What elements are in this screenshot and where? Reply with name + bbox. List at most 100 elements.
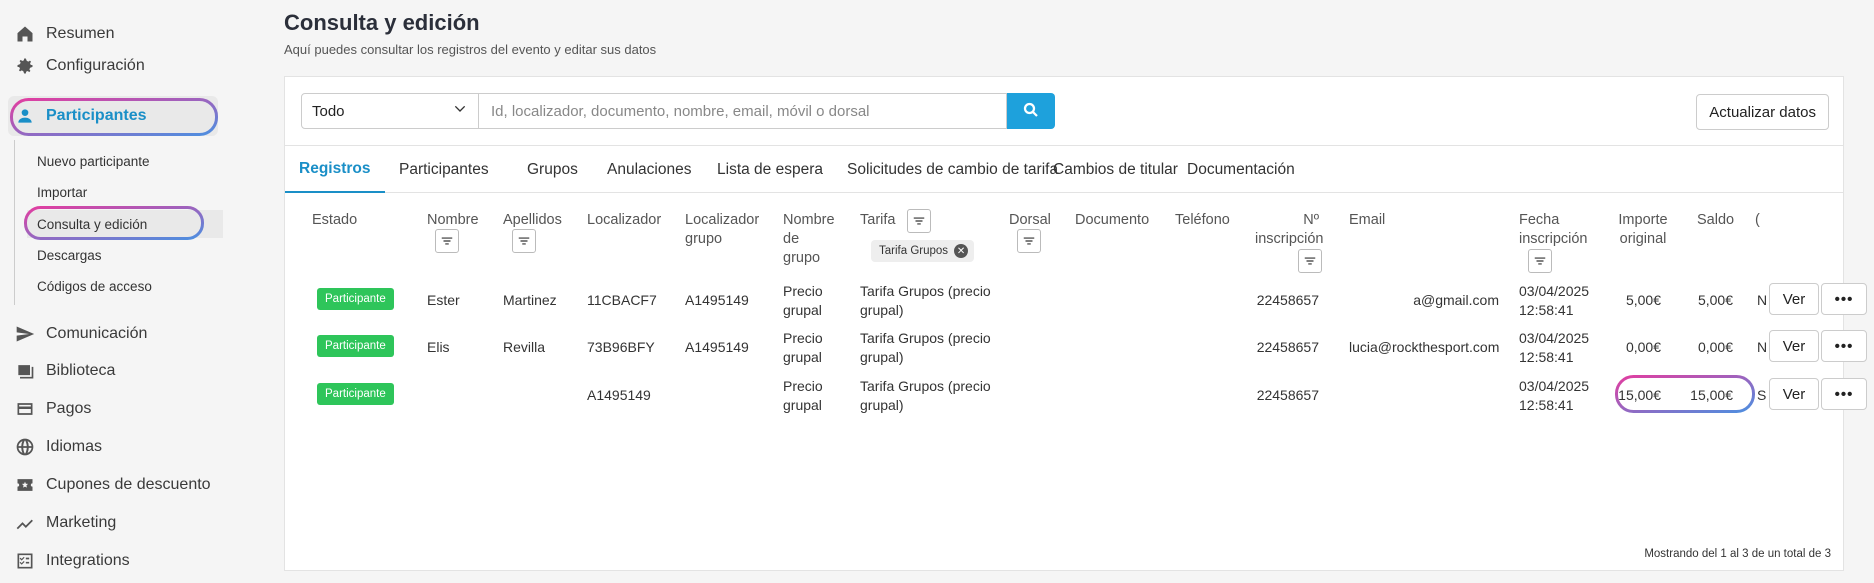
status-badge: Participante — [317, 288, 394, 310]
cell-nombre-grupo: Precio grupal — [783, 329, 823, 367]
cell-inscripcion: 22458657 — [1256, 339, 1319, 355]
tab-documentacion[interactable]: Documentación — [1173, 146, 1309, 193]
tab-cambio-titular[interactable]: Cambios de titular — [1039, 146, 1192, 193]
tab-registros[interactable]: Registros — [285, 146, 385, 193]
cell-line: grupal) — [860, 349, 904, 365]
cell-cut: S — [1757, 387, 1767, 403]
sidebar-item-comunicacion[interactable]: Comunicación — [14, 316, 147, 352]
cell-fecha: 03/04/2025 12:58:41 — [1519, 377, 1589, 415]
column-header-estado: Estado — [312, 212, 358, 228]
cell-importe: 0,00€ — [1625, 339, 1661, 355]
send-icon — [14, 323, 36, 345]
sidebar-item-cupones[interactable]: Cupones de descuento — [14, 467, 211, 503]
search-input[interactable] — [479, 93, 1007, 129]
header-line: grupo — [783, 250, 821, 266]
more-actions-button[interactable]: ••• — [1821, 378, 1867, 410]
sidebar-item-integrations[interactable]: Integrations — [14, 543, 130, 579]
sidebar-item-label: Participantes — [46, 107, 147, 124]
sidebar-item-label: Comunicación — [46, 325, 148, 342]
tarifa-filter-chip: Tarifa Grupos ✕ — [871, 240, 975, 262]
cell-tarifa: Tarifa Grupos (precio grupal) — [860, 377, 991, 415]
subnav-item-codigos[interactable]: Códigos de acceso — [37, 275, 152, 297]
sidebar-item-configuracion[interactable]: Configuración — [14, 48, 145, 84]
tab-participantes[interactable]: Participantes — [385, 146, 503, 193]
cell-line: grupal — [783, 302, 822, 318]
ver-button[interactable]: Ver — [1769, 378, 1819, 410]
more-actions-button[interactable]: ••• — [1821, 283, 1867, 315]
header-line: inscripción — [1255, 231, 1324, 247]
cell-localizador: 11CBACF7 — [587, 292, 657, 308]
cell-line: 12:58:41 — [1519, 397, 1574, 413]
tab-lista-espera[interactable]: Lista de espera — [703, 146, 837, 193]
sort-dorsal-button[interactable] — [1017, 229, 1041, 253]
sort-icon — [518, 237, 530, 245]
sort-icon — [913, 217, 925, 225]
home-icon — [14, 23, 36, 45]
person-icon — [14, 105, 36, 127]
cell-line: 12:58:41 — [1519, 302, 1574, 318]
sort-nombre-button[interactable] — [435, 229, 459, 253]
tab-anulaciones[interactable]: Anulaciones — [593, 146, 705, 193]
subnav-item-importar[interactable]: Importar — [37, 181, 87, 203]
column-header-nombre: Nombre — [427, 212, 479, 228]
header-line: Nombre — [783, 212, 835, 228]
sidebar-item-idiomas[interactable]: Idiomas — [14, 429, 102, 465]
sidebar-item-label: Idiomas — [46, 438, 103, 455]
header-line: inscripción — [1519, 231, 1588, 247]
cell-line: Tarifa Grupos (precio — [860, 330, 991, 346]
cell-nombre: Ester — [427, 292, 460, 308]
sidebar-item-marketing[interactable]: Marketing — [14, 505, 116, 541]
checklist-icon — [14, 550, 36, 572]
cell-line: grupal — [783, 397, 822, 413]
cell-localizador: A1495149 — [587, 387, 651, 403]
cell-nombre-grupo: Precio grupal — [783, 377, 823, 415]
cell-inscripcion: 22458657 — [1256, 292, 1319, 308]
cell-line: Tarifa Grupos (precio — [860, 378, 991, 394]
column-header-dorsal: Dorsal — [1009, 212, 1051, 228]
subnav: Nuevo participante Importar Consulta y e… — [14, 140, 223, 305]
tab-cambio-tarifa[interactable]: Solicitudes de cambio de tarifa — [833, 146, 1072, 193]
sort-apellidos-button[interactable] — [512, 229, 536, 253]
cell-line: Precio — [783, 330, 823, 346]
chip-label: Tarifa Grupos — [879, 245, 949, 257]
update-data-button[interactable]: Actualizar datos — [1696, 94, 1829, 130]
sidebar-item-participantes[interactable]: Participantes — [8, 96, 218, 136]
sort-inscripcion-button[interactable] — [1298, 249, 1322, 273]
status-badge: Participante — [317, 383, 394, 405]
cell-line: grupal) — [860, 397, 904, 413]
subnav-item-descargas[interactable]: Descargas — [37, 244, 102, 266]
subnav-item-nuevo-participante[interactable]: Nuevo participante — [37, 150, 150, 172]
sort-tarifa-button[interactable] — [907, 209, 931, 233]
subnav-item-consulta[interactable]: Consulta y edición — [27, 210, 223, 238]
close-icon[interactable]: ✕ — [954, 244, 969, 258]
sort-icon — [1304, 257, 1316, 265]
column-header-fecha: Fecha inscripción — [1519, 211, 1588, 249]
sidebar-item-pagos[interactable]: Pagos — [14, 391, 91, 427]
cell-line: 03/04/2025 — [1519, 283, 1590, 299]
sidebar-item-label: Resumen — [46, 25, 115, 42]
cell-line: grupal — [783, 349, 822, 365]
sort-fecha-button[interactable] — [1528, 249, 1552, 273]
column-header-localizador: Localizador — [587, 212, 662, 228]
sidebar-item-biblioteca[interactable]: Biblioteca — [14, 353, 115, 389]
cell-tarifa: Tarifa Grupos (precio grupal) — [860, 282, 991, 320]
cell-line: 03/04/2025 — [1519, 330, 1590, 346]
ver-button[interactable]: Ver — [1769, 283, 1819, 315]
column-header-inscripcion: Nº inscripción — [1255, 211, 1324, 249]
cell-line: Precio — [783, 283, 823, 299]
search-button[interactable] — [1007, 93, 1055, 129]
sort-icon — [1534, 257, 1546, 265]
sidebar-item-label: Marketing — [46, 514, 117, 531]
cell-importe: 15,00€ — [1618, 387, 1661, 403]
more-actions-button[interactable]: ••• — [1821, 330, 1867, 362]
sidebar-item-label: Configuración — [46, 57, 145, 74]
status-select[interactable]: Todo — [301, 93, 479, 129]
ver-button[interactable]: Ver — [1769, 330, 1819, 362]
column-header-tarifa: Tarifa — [860, 212, 896, 228]
coupon-icon — [14, 474, 36, 496]
column-header-email: Email — [1349, 212, 1386, 228]
sidebar-item-resumen[interactable]: Resumen — [14, 16, 114, 52]
cell-line: Precio — [783, 378, 823, 394]
tab-grupos[interactable]: Grupos — [513, 146, 592, 193]
cell-saldo: 0,00€ — [1697, 339, 1733, 355]
